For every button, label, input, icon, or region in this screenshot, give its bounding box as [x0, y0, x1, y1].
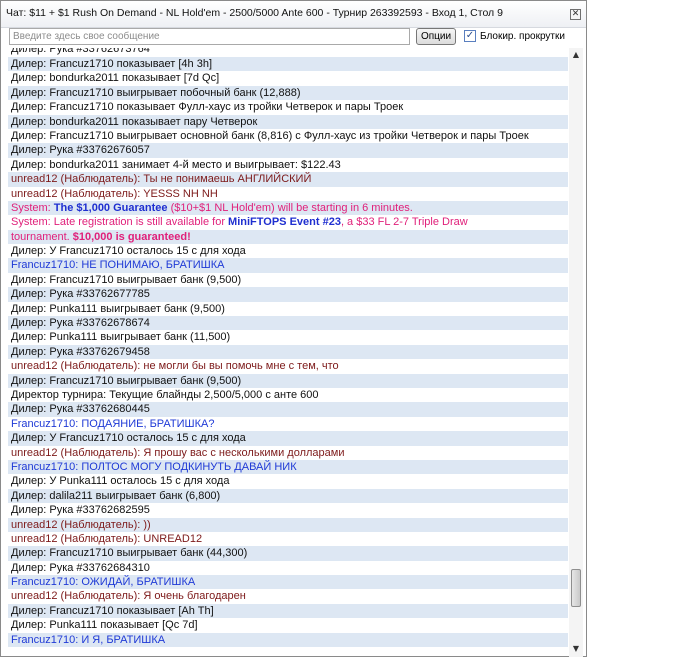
- scroll-lock-checkbox[interactable]: ✓: [464, 30, 476, 42]
- chat-line: Дилер: Рука #33762677785: [8, 287, 568, 302]
- chat-window: Чат: $11 + $1 Rush On Demand - NL Hold'e…: [0, 0, 587, 657]
- chat-line-text: System: Late registration is still avail…: [11, 216, 229, 229]
- chat-line: unread12 (Наблюдатель): не могли бы вы п…: [11, 360, 339, 373]
- chat-line-text: , a $33 FL 2-7 Triple Draw: [340, 216, 468, 229]
- chat-line: Дилер: Francuz1710 показывает [4h 3h]: [8, 57, 568, 72]
- scroll-lock-label: Блокир. прокрутки: [480, 31, 565, 42]
- chat-line: System: Late registration is still avail…: [8, 215, 568, 229]
- window-title: Чат: $11 + $1 Rush On Demand - NL Hold'e…: [6, 7, 503, 19]
- chat-line: unread12 (Наблюдатель): Я очень благодар…: [11, 590, 246, 603]
- chat-line: unread12 (Наблюдатель): YESSS NH NH: [11, 187, 218, 200]
- title-bar: Чат: $11 + $1 Rush On Demand - NL Hold'e…: [1, 1, 586, 28]
- message-input[interactable]: [9, 28, 410, 45]
- chat-line: unread12 (Наблюдатель): )): [8, 517, 568, 532]
- chat-line: Дилер: bondurka2011 занимает 4-й место и…: [11, 158, 341, 171]
- chat-line: Francuz1710: ПОДАЯНИЕ, БРАТИШКА?: [11, 417, 215, 430]
- chat-line: Дилер: Рука #33762679458: [8, 344, 568, 360]
- chat-line-text: System:: [11, 201, 54, 214]
- chat-line: Дилер: Punka111 показывает [Qc 7d]: [11, 619, 198, 632]
- chat-line: Дилер: Punka111 выигрывает банк (11,500): [11, 331, 231, 344]
- chat-line: Дилер: bondurka2011 показывает [7d Qc]: [11, 72, 220, 85]
- chat-line: Дилер: dalila211 выигрывает банк (6,800): [8, 488, 568, 504]
- chat-line: Дилер: Рука #33762684310: [11, 561, 150, 574]
- chat-line-text: ($10+$1 NL Hold'em) will be starting in …: [167, 201, 413, 214]
- chat-scrollbar[interactable]: ▲ ▼: [569, 48, 583, 657]
- chat-line: unread12 (Наблюдатель): Я прошу вас с не…: [11, 446, 345, 459]
- chat-log[interactable]: Дилер: Рука #33762673764 Дилер: Francuz1…: [8, 48, 568, 657]
- chat-line: Дилер: bondurka2011 показывает пару Четв…: [8, 114, 568, 129]
- chat-line: Дилер: У Francuz1710 осталось 15 с для х…: [11, 245, 246, 258]
- chat-line: Директор турнира: Текущие блайнды 2,500/…: [11, 388, 319, 401]
- chat-line: Дилер: У Punka111 осталось 15 с для хода: [11, 475, 230, 488]
- chat-line: Дилер: Francuz1710 выигрывает основной б…: [11, 129, 529, 142]
- chat-line: Дилер: Рука #33762678674: [8, 316, 568, 331]
- scrollbar-thumb[interactable]: [571, 569, 581, 607]
- chat-toolbar: Опции ✓ Блокир. прокрутки: [1, 27, 586, 48]
- chat-line: Дилер: Francuz1710 выигрывает побочный б…: [8, 85, 568, 101]
- chat-line: Francuz1710: И Я, БРАТИШКА: [8, 632, 568, 648]
- close-icon[interactable]: ✕: [570, 9, 581, 20]
- chat-line: System: The $1,000 Guarantee ($10+$1 NL …: [8, 200, 568, 216]
- chat-line: Дилер: Francuz1710 показывает [Ah Th]: [8, 603, 568, 619]
- chat-line: Francuz1710: ПОЛТОС МОГУ ПОДКИНУТЬ ДАВАЙ…: [8, 459, 568, 475]
- chat-line: Francuz1710: НЕ ПОНИМАЮ, БРАТИШКА: [8, 258, 568, 273]
- chat-line: unread12 (Наблюдатель): UNREAD12: [11, 532, 203, 545]
- chat-line-emphasis: $10,000 is guaranteed!: [72, 230, 191, 243]
- chat-line: Дилер: Рука #33762676057: [8, 143, 568, 158]
- chat-line: Дилер: Francuz1710 выигрывает банк (9,50…: [11, 273, 242, 286]
- scroll-down-icon[interactable]: ▼: [571, 644, 581, 654]
- chat-line-partial: Дилер: Рука #33762673764: [11, 48, 150, 55]
- chat-line: Дилер: Рука #33762682595: [11, 504, 150, 517]
- chat-line: Дилер: Francuz1710 выигрывает банк (9,50…: [8, 373, 568, 388]
- chat-line: unread12 (Наблюдатель): Ты не понимаешь …: [8, 172, 568, 187]
- options-button[interactable]: Опции: [416, 28, 456, 45]
- chat-line: Дилер: Punka111 выигрывает банк (9,500): [11, 302, 225, 315]
- tournament-link[interactable]: The $1,000 Guarantee: [54, 202, 168, 214]
- chat-line: Francuz1710: ОЖИДАЙ, БРАТИШКА: [8, 575, 568, 590]
- tournament-link[interactable]: MiniFTOPS Event #23: [228, 216, 341, 228]
- scroll-up-icon[interactable]: ▲: [571, 50, 581, 60]
- chat-line: Дилер: Francuz1710 показывает Фулл-хаус …: [11, 101, 404, 114]
- chat-line: Дилер: Francuz1710 выигрывает банк (44,3…: [8, 546, 568, 561]
- chat-line-text: tournament.: [11, 230, 73, 243]
- chat-line: Дилер: У Francuz1710 осталось 15 с для х…: [8, 431, 568, 446]
- chat-line: tournament. $10,000 is guaranteed!: [8, 229, 568, 245]
- chat-line: Дилер: Рука #33762680445: [8, 402, 568, 417]
